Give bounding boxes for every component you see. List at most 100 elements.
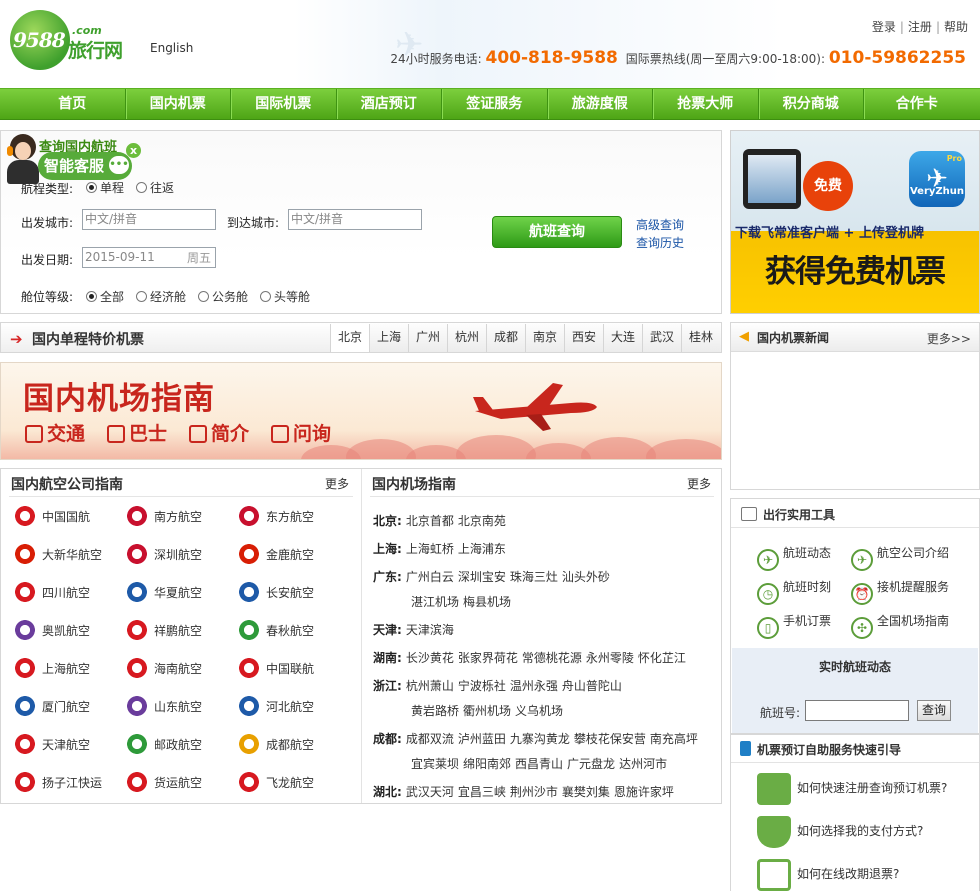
tool-airline-intro[interactable]: ✈ 航空公司介绍 (851, 541, 949, 571)
airline-item[interactable]: 奥凯航空 (13, 619, 90, 643)
city-tab-wuhan[interactable]: 武汉 (642, 324, 681, 352)
nav-domestic-flights[interactable]: 国内机票 (126, 89, 231, 119)
to-city-input[interactable]: 中文/拼音 (288, 209, 422, 230)
city-tab-hangzhou[interactable]: 杭州 (447, 324, 486, 352)
airport-link[interactable]: 达州河市 (619, 757, 667, 771)
banner-link-bus[interactable]: 巴士 (107, 419, 167, 446)
airport-link[interactable]: 荆州沙市 (510, 785, 558, 799)
trip-return-radio[interactable]: 往返 (136, 179, 174, 196)
airline-item[interactable]: 长安航空 (237, 581, 314, 605)
airport-link[interactable]: 宜宾莱坝 (411, 757, 459, 771)
airport-link[interactable]: 梅县机场 (463, 595, 511, 609)
flight-number-input[interactable] (805, 700, 909, 721)
flight-search-button[interactable]: 航班查询 (492, 216, 622, 248)
airline-item[interactable]: 山东航空 (125, 695, 202, 719)
flight-status-query-button[interactable]: 查询 (917, 700, 951, 721)
airline-item[interactable]: 成都航空 (237, 733, 314, 757)
airport-link[interactable]: 西昌青山 (515, 757, 563, 771)
airport-link[interactable]: 成都双流 (406, 732, 454, 746)
airport-link[interactable]: 永州零陵 (586, 651, 634, 665)
airport-link[interactable]: 怀化芷江 (638, 651, 686, 665)
airline-item[interactable]: 邮政航空 (125, 733, 202, 757)
airport-link[interactable]: 绵阳南郊 (463, 757, 511, 771)
close-icon[interactable]: x (126, 143, 141, 158)
city-tab-guangzhou[interactable]: 广州 (408, 324, 447, 352)
nav-points-mall[interactable]: 积分商城 (759, 89, 864, 119)
airline-item[interactable]: 中国联航 (237, 657, 314, 681)
airport-guide-banner[interactable]: 国内机场指南 交通 巴士 简介 问询 (0, 362, 722, 460)
airport-link[interactable]: 常德桃花源 (522, 651, 582, 665)
airport-link[interactable]: 宜昌三峡 (458, 785, 506, 799)
airline-item[interactable]: 河北航空 (237, 695, 314, 719)
customer-service-button[interactable]: 智能客服 ••• (38, 152, 132, 180)
airport-link[interactable]: 广州白云 (406, 570, 454, 584)
cabin-all-radio[interactable]: 全部 (86, 288, 124, 305)
airport-link[interactable]: 汕头外砂 (562, 570, 610, 584)
cabin-economy-radio[interactable]: 经济舱 (136, 288, 186, 305)
nav-hotels[interactable]: 酒店预订 (337, 89, 442, 119)
airport-link[interactable]: 衢州机场 (463, 704, 511, 718)
city-tab-guilin[interactable]: 桂林 (681, 324, 720, 352)
site-logo[interactable]: 9588 .com 旅行网 (10, 10, 135, 74)
airport-more-link[interactable]: 更多 (687, 475, 711, 492)
airport-link[interactable]: 南充高坪 (650, 732, 698, 746)
city-tab-xian[interactable]: 西安 (564, 324, 603, 352)
cabin-business-radio[interactable]: 公务舱 (198, 288, 248, 305)
depart-date-input[interactable]: 2015-09-11 周五 (82, 247, 216, 268)
airline-item[interactable]: 中国国航 (13, 505, 90, 529)
nav-home[interactable]: 首页 (20, 89, 126, 119)
airport-link[interactable]: 张家界荷花 (458, 651, 518, 665)
airport-link[interactable]: 舟山普陀山 (562, 679, 622, 693)
airline-item[interactable]: 大新华航空 (13, 543, 102, 567)
airport-link[interactable]: 泸州蓝田 (458, 732, 506, 746)
customer-service-widget[interactable]: 智能客服 ••• x (0, 130, 141, 192)
airport-link[interactable]: 珠海三灶 (510, 570, 558, 584)
airport-link[interactable]: 九寨沟黄龙 (510, 732, 570, 746)
tool-pickup-reminder[interactable]: ⏰ 接机提醒服务 (851, 575, 949, 605)
tool-mobile-booking[interactable]: ▯ 手机订票 (757, 609, 831, 639)
airport-link[interactable]: 宁波栎社 (458, 679, 506, 693)
banner-link-intro[interactable]: 简介 (189, 419, 249, 446)
airport-link[interactable]: 义乌机场 (515, 704, 563, 718)
app-download-ad[interactable]: 免费 ✈ VeryZhun Pro 下载飞常准客户端 + 上传登机牌 获得免费机… (730, 130, 980, 314)
city-tab-beijing[interactable]: 北京 (330, 324, 369, 352)
cabin-first-radio[interactable]: 头等舱 (260, 288, 310, 305)
airport-link[interactable]: 恩施许家坪 (614, 785, 674, 799)
airline-item[interactable]: 南方航空 (125, 505, 202, 529)
airport-link[interactable]: 攀枝花保安营 (574, 732, 646, 746)
register-link[interactable]: 注册 (908, 20, 932, 34)
nav-visa[interactable]: 签证服务 (442, 89, 548, 119)
airline-item[interactable]: 四川航空 (13, 581, 90, 605)
airline-item[interactable]: 东方航空 (237, 505, 314, 529)
advanced-search-link[interactable]: 高级查询 (636, 216, 684, 233)
faq-payment-method[interactable]: 如何选择我的支付方式? (757, 814, 923, 848)
airport-link[interactable]: 天津滨海 (406, 623, 454, 637)
airline-item[interactable]: 华夏航空 (125, 581, 202, 605)
airport-link[interactable]: 上海虹桥 (406, 542, 454, 556)
airline-item[interactable]: 扬子江快运 (13, 771, 102, 795)
airline-item[interactable]: 货运航空 (125, 771, 202, 795)
english-link[interactable]: English (150, 41, 193, 55)
city-tab-nanjing[interactable]: 南京 (525, 324, 564, 352)
login-link[interactable]: 登录 (872, 20, 896, 34)
airport-link[interactable]: 长沙黄花 (406, 651, 454, 665)
news-more-link[interactable]: 更多>> (927, 330, 971, 347)
airport-link[interactable]: 深圳宝安 (458, 570, 506, 584)
from-city-input[interactable]: 中文/拼音 (82, 209, 216, 230)
airport-link[interactable]: 上海浦东 (458, 542, 506, 556)
city-tab-chengdu[interactable]: 成都 (486, 324, 525, 352)
airline-item[interactable]: 海南航空 (125, 657, 202, 681)
help-link[interactable]: 帮助 (944, 20, 968, 34)
airport-link[interactable]: 武汉天河 (406, 785, 454, 799)
airport-link[interactable]: 杭州萧山 (406, 679, 454, 693)
airline-item[interactable]: 厦门航空 (13, 695, 90, 719)
tool-flight-schedule[interactable]: ◷ 航班时刻 (757, 575, 831, 605)
tool-airport-guide[interactable]: ✣ 全国机场指南 (851, 609, 949, 639)
airport-link[interactable]: 北京南苑 (458, 514, 506, 528)
airport-link[interactable]: 襄樊刘集 (562, 785, 610, 799)
city-tab-shanghai[interactable]: 上海 (369, 324, 408, 352)
airline-item[interactable]: 飞龙航空 (237, 771, 314, 795)
airline-item[interactable]: 深圳航空 (125, 543, 202, 567)
nav-partner-card[interactable]: 合作卡 (864, 89, 970, 119)
airport-link[interactable]: 温州永强 (510, 679, 558, 693)
